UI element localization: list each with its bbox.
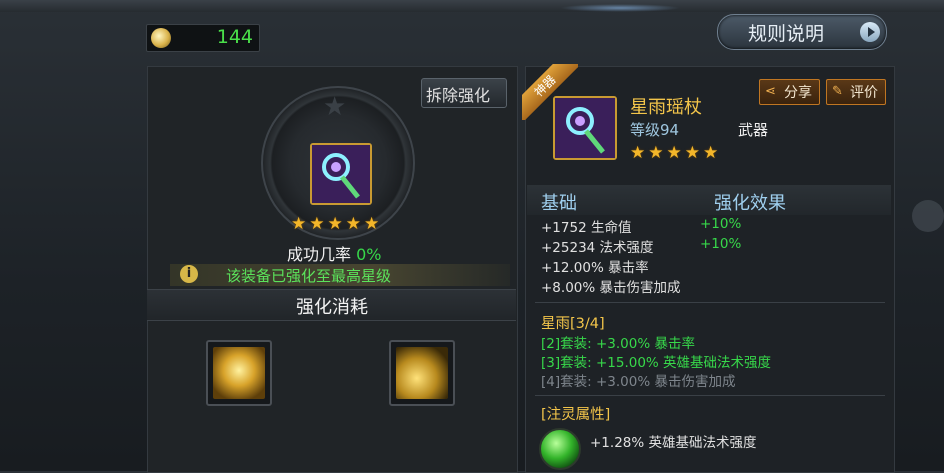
star-icon: ★: [648, 143, 664, 163]
success-rate-label: 成功几率: [287, 245, 352, 264]
share-button[interactable]: ⋖ 分享: [759, 79, 820, 105]
material-slot-stone[interactable]: [206, 340, 272, 406]
infuse-title: [注灵属性]: [541, 407, 611, 423]
currency-value: 144: [216, 26, 253, 48]
star-icon: ★: [666, 143, 682, 163]
item-level: 等级94: [630, 121, 680, 139]
gold-coins-icon: [396, 347, 448, 399]
star-icon: ★: [327, 214, 343, 234]
star-icon: ★: [630, 143, 646, 163]
item-star-rating: ★ ★ ★ ★ ★: [630, 145, 718, 162]
success-rate-value: 0%: [356, 245, 382, 264]
top-glow-decoration: [560, 4, 680, 12]
rules-button-label: 规则说明: [748, 23, 825, 45]
effect-header: 强化效果: [714, 193, 786, 214]
rules-button[interactable]: 规则说明: [717, 14, 887, 50]
set-title: 星雨[3/4]: [541, 316, 605, 332]
star-icon: ★: [684, 143, 700, 163]
cost-title: 强化消耗: [296, 297, 368, 318]
maxed-notice-text: 该装备已强化至最高星级: [226, 267, 392, 285]
share-icon: ⋖: [765, 84, 776, 99]
edit-icon: ✎: [832, 84, 843, 99]
item-type: 武器: [738, 121, 769, 139]
staff-icon: [312, 145, 370, 203]
set-bonus-line: [2]套装: +3.00% 暴击率: [541, 336, 695, 352]
rate-button[interactable]: ✎ 评价: [826, 79, 886, 105]
star-icon: ★: [291, 214, 307, 234]
stats-header: 基础 强化效果: [527, 185, 891, 215]
play-arrow-icon: [860, 22, 880, 42]
infuse-stat-line: +1.28% 英雄基础法术强度: [590, 435, 757, 451]
staff-icon: [555, 98, 615, 158]
material-slot-gold[interactable]: [389, 340, 455, 406]
set-bonus-line: [3]套装: +15.00% 英雄基础法术强度: [541, 355, 772, 371]
green-gem-icon: [539, 428, 581, 470]
base-header: 基础: [541, 193, 577, 214]
star-icon: ★: [703, 143, 719, 163]
remove-enhance-button[interactable]: 拆除强化: [421, 78, 507, 108]
rate-button-label: 评价: [850, 85, 878, 101]
stat-line: +12.00% 暴击率: [541, 260, 649, 276]
remove-enhance-label: 拆除强化: [426, 86, 491, 105]
side-circle-decoration: [912, 200, 944, 232]
info-icon[interactable]: i: [180, 265, 198, 283]
stat-line: +8.00% 暴击伤害加成: [541, 280, 681, 296]
stat-line: +1752 生命值: [541, 220, 632, 236]
star-icon: ★: [345, 214, 361, 234]
share-button-label: 分享: [784, 85, 812, 101]
cost-header: 强化消耗: [147, 289, 516, 321]
set-bonus-line-inactive: [4]套装: +3.00% 暴击伤害加成: [541, 374, 736, 390]
divider: [535, 395, 885, 396]
gold-orb-icon: [151, 28, 171, 48]
emblem-star-icon: ★: [323, 92, 347, 122]
item-name: 星雨瑶杖: [630, 97, 702, 118]
stat-line: +25234 法术强度: [541, 240, 654, 256]
item-icon-slot: [553, 96, 617, 160]
currency-display: 144: [146, 24, 260, 52]
divider: [535, 302, 885, 303]
enhance-stone-icon: [213, 347, 265, 399]
equipped-item-slot[interactable]: [310, 143, 372, 205]
star-icon: ★: [364, 214, 380, 234]
success-rate: 成功几率 0%: [287, 241, 382, 265]
top-status-bar: [0, 0, 944, 12]
left-star-rating: ★ ★ ★ ★ ★: [291, 216, 379, 233]
maxed-notice: i 该装备已强化至最高星级: [170, 264, 510, 286]
stat-bonus: +10%: [700, 236, 742, 252]
star-icon: ★: [309, 214, 325, 234]
stat-bonus: +10%: [700, 216, 742, 232]
